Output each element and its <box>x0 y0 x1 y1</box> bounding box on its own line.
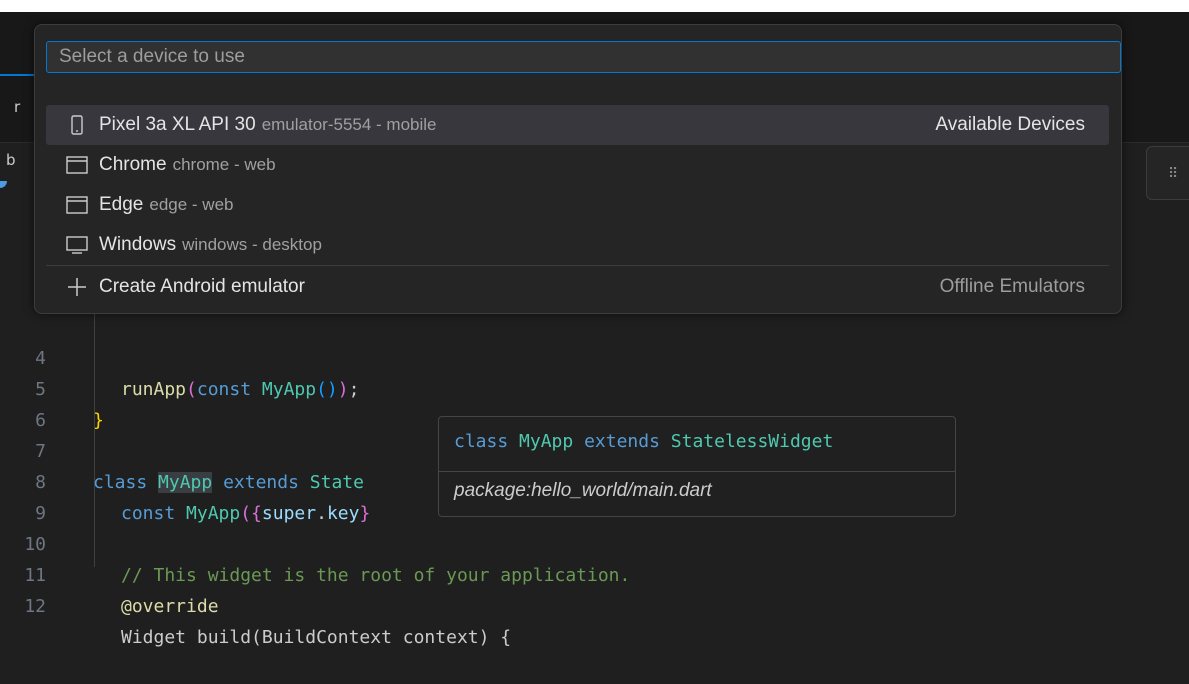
monitor-icon <box>66 236 88 254</box>
device-item-windows[interactable]: Windows windows - desktop <box>46 225 1109 265</box>
breadcrumb-fragment[interactable]: b <box>6 151 16 169</box>
device-item-edge[interactable]: Edge edge - web <box>46 185 1109 225</box>
code-line: 11 @override <box>0 529 1189 617</box>
line-number: 12 <box>24 596 46 617</box>
code-line: 4 runApp(const MyApp()); <box>0 312 1189 400</box>
code-line: 6 <box>0 374 1189 431</box>
hover-tooltip: class MyApp extends StatelessWidget pack… <box>438 416 956 517</box>
browser-window-icon <box>66 156 88 174</box>
hover-signature: class MyApp extends StatelessWidget <box>454 431 834 452</box>
list-separator <box>46 265 1109 266</box>
emulator-list: Create Android emulator Offline Emulator… <box>46 267 1109 307</box>
create-android-emulator-item[interactable]: Create Android emulator Offline Emulator… <box>46 267 1109 307</box>
tab-label-fragment[interactable]: r <box>14 98 20 116</box>
phone-icon <box>71 115 83 135</box>
code-line: 12 Widget build(BuildContext context) { <box>0 560 1189 648</box>
device-item-label: Windows windows - desktop <box>99 234 322 255</box>
group-label-available: Available Devices <box>935 114 1085 135</box>
device-quick-pick: Pixel 3a XL API 30emulator-5554 - mobile… <box>34 24 1122 314</box>
device-item-label: Chrome chrome - web <box>99 154 276 175</box>
device-search-input[interactable] <box>46 41 1121 73</box>
hover-package-path: package:hello_world/main.dart <box>454 480 712 501</box>
browser-window-icon <box>66 196 88 214</box>
device-item-pixel[interactable]: Pixel 3a XL API 30 emulator-5554 - mobile… <box>46 105 1109 145</box>
device-item-chrome[interactable]: Chrome chrome - web <box>46 145 1109 185</box>
window-top-edge <box>0 0 1189 12</box>
device-list: Pixel 3a XL API 30 emulator-5554 - mobile… <box>46 105 1109 265</box>
code-line: 5 } <box>0 343 1189 431</box>
create-emulator-label: Create Android emulator <box>99 276 305 297</box>
group-label-offline: Offline Emulators <box>939 276 1085 297</box>
plus-icon <box>68 278 86 296</box>
device-item-label: Edge edge - web <box>99 194 234 215</box>
hover-divider <box>439 471 955 472</box>
device-item-label: Pixel 3a XL API 30 emulator-5554 - mobile <box>99 114 437 135</box>
